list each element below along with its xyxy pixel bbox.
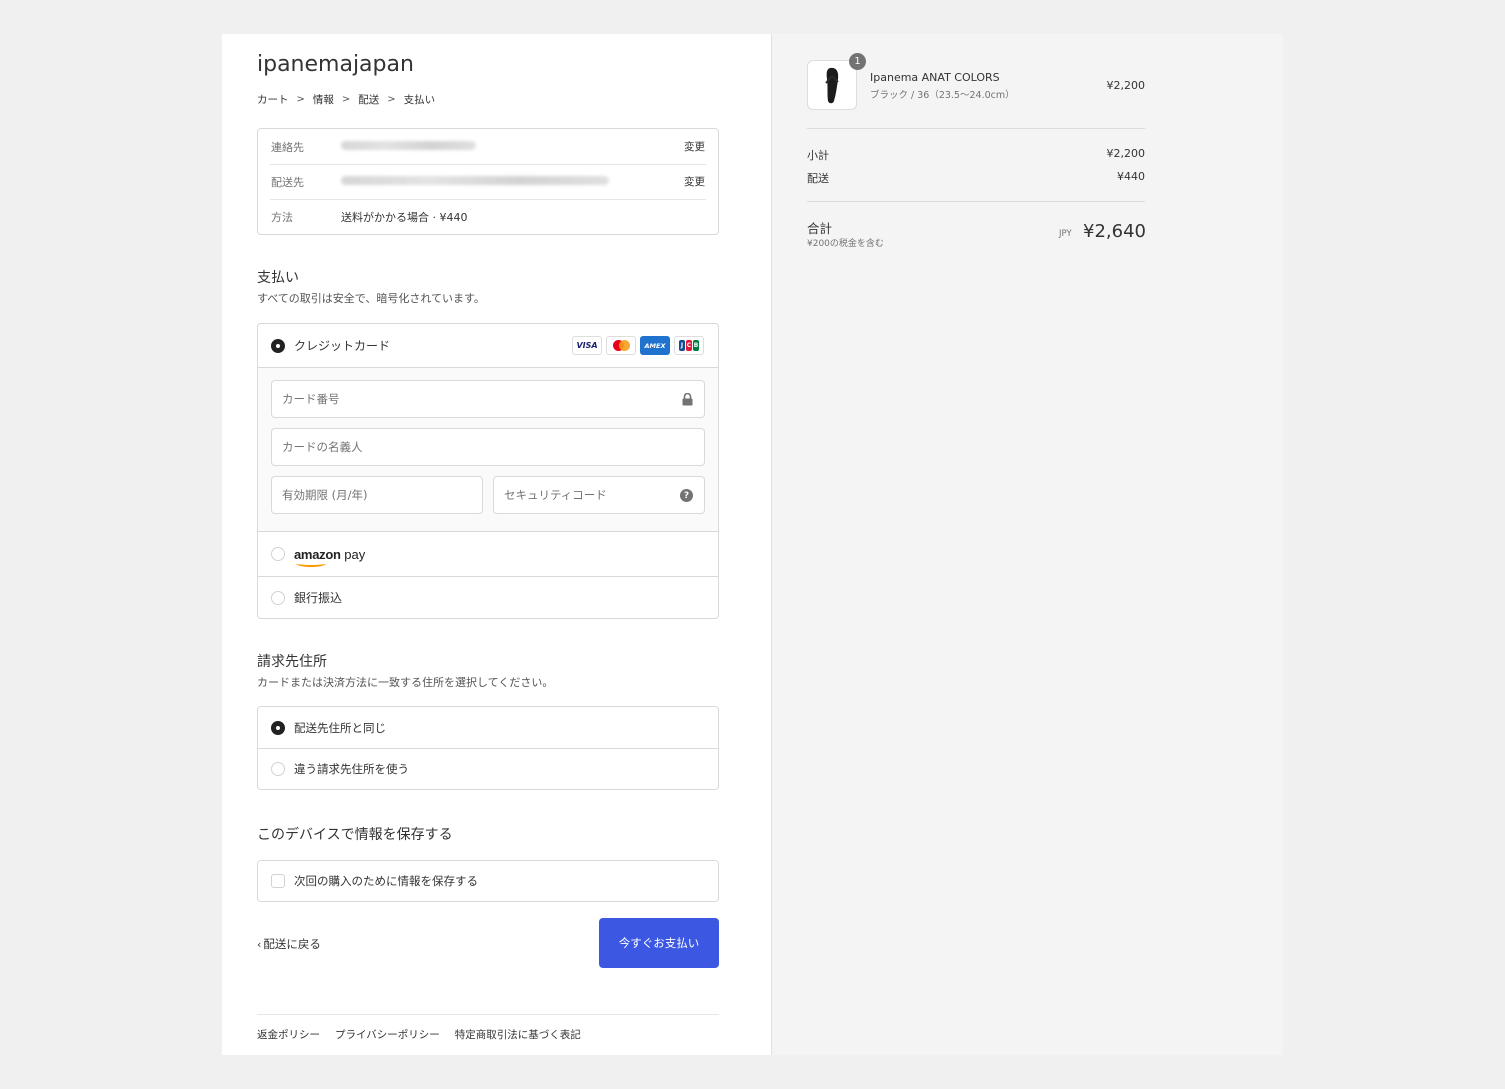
breadcrumb-shipping[interactable]: 配送 [358, 92, 379, 107]
privacy-policy-link[interactable]: プライバシーポリシー [335, 1027, 440, 1042]
review-row-method: 方法 送料がかかる場合 · ¥440 [258, 199, 718, 234]
review-label: 連絡先 [271, 140, 304, 154]
sandal-icon [825, 67, 839, 104]
shipping-label: 配送 [807, 172, 829, 185]
payment-option-amazon-pay[interactable]: amazon pay [258, 531, 718, 576]
breadcrumb-information[interactable]: 情報 [313, 92, 334, 107]
amazon-pay-logo: amazon pay [294, 546, 366, 567]
jcb-icon: JCB [674, 336, 704, 355]
subtotal-label: 小計 [807, 149, 829, 162]
back-to-shipping-label: 配送に戻る [263, 937, 321, 951]
product-price: ¥2,200 [1106, 79, 1146, 92]
billing-same-option[interactable]: 配送先住所と同じ [258, 707, 718, 748]
bank-transfer-label: 銀行振込 [294, 591, 343, 605]
line-item: 1 Ipanema ANAT COLORS ブラック / 36（23.5〜24.… [807, 53, 1146, 110]
billing-different-label: 違う請求先住所を使う [294, 762, 409, 776]
payment-option-bank-transfer[interactable]: 銀行振込 [258, 576, 718, 618]
divider [807, 128, 1145, 129]
credit-card-label: クレジットカード [294, 339, 391, 353]
expiry-placeholder: 有効期限 (月/年) [282, 488, 368, 502]
mastercard-icon [606, 336, 636, 355]
payment-subtitle: すべての取引は安全で、暗号化されています。 [257, 292, 485, 305]
save-info-label: 次回の購入のために情報を保存する [294, 874, 478, 888]
billing-subtitle: カードまたは決済方法に一致する住所を選択してください。 [257, 676, 554, 689]
amazon-pay-suffix: pay [344, 546, 366, 562]
amex-icon: AMEX [640, 336, 670, 355]
subtotal-row: 小計 ¥2,200 [807, 147, 1145, 163]
footer-links: 返金ポリシー プライバシーポリシー 特定商取引法に基づく表記 [257, 1014, 719, 1042]
cvc-placeholder: セキュリティコード [504, 488, 607, 502]
product-thumbnail [807, 60, 857, 110]
review-label: 方法 [271, 210, 293, 224]
change-address-link[interactable]: 変更 [684, 174, 718, 189]
shipping-row: 配送 ¥440 [807, 170, 1145, 186]
product-name: Ipanema ANAT COLORS [870, 71, 1000, 84]
card-fields: カード番号 カードの名義人 有効期限 (月/年) セキュリティコード ? [258, 367, 718, 531]
credit-card-radio[interactable] [271, 338, 285, 353]
legal-notice-link[interactable]: 特定商取引法に基づく表記 [455, 1027, 581, 1042]
total-label: 合計 [807, 221, 833, 236]
save-info-title: このデバイスで情報を保存する [257, 827, 453, 843]
card-name-field[interactable]: カードの名義人 [271, 428, 705, 466]
payment-title: 支払い [257, 270, 299, 286]
divider [807, 201, 1145, 202]
currency-code: JPY [1059, 229, 1072, 239]
chevron-right-icon: > [341, 94, 351, 105]
review-block: 連絡先 変更 配送先 変更 方法 送料がかかる場合 · ¥440 [257, 128, 719, 235]
help-icon[interactable]: ? [680, 489, 693, 502]
address-value-redacted [341, 175, 684, 188]
checkout-main: ipanemajapan カート > 情報 > 配送 > 支払い 連絡先 変更 … [222, 34, 772, 1055]
breadcrumb-cart[interactable]: カート [257, 92, 289, 107]
back-to-shipping-link[interactable]: ‹ 配送に戻る [257, 936, 321, 952]
chevron-right-icon: > [387, 94, 396, 105]
subtotal-value: ¥2,200 [1106, 147, 1146, 160]
save-info-option[interactable]: 次回の購入のために情報を保存する [257, 860, 719, 902]
card-name-placeholder: カードの名義人 [282, 440, 363, 454]
pay-now-button[interactable]: 今すぐお支払い [599, 918, 719, 968]
billing-title: 請求先住所 [257, 654, 327, 670]
billing-same-label: 配送先住所と同じ [294, 720, 386, 735]
shipping-value: ¥440 [1117, 170, 1145, 183]
payment-option-credit-card[interactable]: クレジットカード VISA AMEX JCB [258, 324, 718, 367]
cvc-field[interactable]: セキュリティコード ? [493, 476, 705, 514]
breadcrumb-payment: 支払い [403, 94, 436, 106]
card-brands: VISA AMEX JCB [572, 336, 704, 355]
billing-same-radio[interactable] [271, 720, 285, 735]
order-summary: 1 Ipanema ANAT COLORS ブラック / 36（23.5〜24.… [772, 34, 1283, 1055]
billing-options: 配送先住所と同じ 違う請求先住所を使う [257, 706, 719, 790]
visa-icon: VISA [572, 336, 602, 355]
change-contact-link[interactable]: 変更 [684, 139, 718, 154]
refund-policy-link[interactable]: 返金ポリシー [257, 1027, 320, 1042]
review-label: 配送先 [271, 175, 304, 189]
review-row-ship-to: 配送先 変更 [258, 164, 718, 199]
billing-different-radio[interactable] [271, 762, 285, 776]
checkout-page: ipanemajapan カート > 情報 > 配送 > 支払い 連絡先 変更 … [222, 34, 1283, 1055]
lock-icon [682, 392, 693, 409]
amazon-pay-radio[interactable] [271, 547, 285, 561]
quantity-badge: 1 [849, 53, 866, 70]
contact-value-redacted [341, 140, 684, 153]
card-expiry-cvc-row: 有効期限 (月/年) セキュリティコード ? [271, 476, 705, 514]
shipping-method-value: 送料がかかる場合 · ¥440 [341, 210, 468, 224]
card-number-placeholder: カード番号 [282, 392, 340, 406]
bank-transfer-radio[interactable] [271, 590, 285, 605]
expiry-field[interactable]: 有効期限 (月/年) [271, 476, 483, 514]
breadcrumb: カート > 情報 > 配送 > 支払い [257, 92, 435, 107]
card-number-field[interactable]: カード番号 [271, 380, 705, 418]
product-variant: ブラック / 36（23.5〜24.0cm） [870, 90, 1015, 101]
tax-note: ¥200の税金を含む [807, 239, 884, 249]
review-row-contact: 連絡先 変更 [258, 129, 718, 164]
chevron-right-icon: > [296, 94, 305, 105]
chevron-left-icon: ‹ [257, 937, 262, 951]
billing-different-option[interactable]: 違う請求先住所を使う [258, 748, 718, 789]
total-amount: ¥2,640 [1083, 221, 1146, 242]
save-info-checkbox[interactable] [271, 874, 285, 888]
payment-methods: クレジットカード VISA AMEX JCB カード番号 カードの名義人 有効期… [257, 323, 719, 619]
shop-name[interactable]: ipanemajapan [257, 52, 414, 77]
